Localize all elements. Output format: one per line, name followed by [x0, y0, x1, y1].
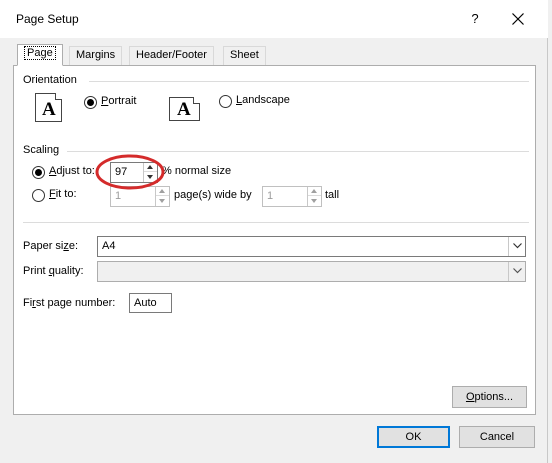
portrait-page-icon: A	[35, 93, 62, 122]
paper-size-dropdown[interactable]	[508, 237, 525, 256]
tab-page[interactable]: Page	[17, 44, 63, 66]
title-bar: Page Setup ?	[0, 0, 548, 38]
portrait-label[interactable]: Portrait	[101, 95, 136, 107]
fit-to-label[interactable]: Fit to:	[49, 188, 77, 200]
first-page-number-input[interactable]: Auto	[129, 293, 172, 313]
fit-wide-spinner[interactable]: 1	[110, 186, 170, 207]
close-icon	[512, 13, 524, 25]
fit-tall-spinner[interactable]: 1	[262, 186, 322, 207]
tall-label: tall	[325, 189, 340, 201]
adjust-percent-value: 97	[115, 166, 128, 178]
paper-size-value: A4	[102, 240, 116, 252]
spin-down-icon[interactable]	[144, 172, 157, 181]
paper-size-label: Paper size:	[23, 240, 79, 252]
tab-margins[interactable]: Margins	[69, 46, 123, 65]
chevron-down-icon	[513, 268, 522, 274]
close-button[interactable]	[505, 6, 531, 32]
tab-margins-label: Margins	[76, 49, 116, 61]
paper-size-select[interactable]: A4	[97, 236, 526, 257]
first-page-number-label: First page number:	[23, 297, 116, 309]
landscape-page-icon: A	[169, 97, 200, 121]
ok-button[interactable]: OK	[377, 426, 450, 448]
fit-wide-value: 1	[115, 190, 122, 202]
spin-up-icon[interactable]	[156, 187, 169, 196]
adjust-percent-spinner[interactable]: 97	[110, 162, 158, 183]
normal-size-label: % normal size	[162, 165, 232, 177]
tab-header-footer-label: Header/Footer	[136, 49, 207, 61]
portrait-radio[interactable]	[84, 96, 97, 109]
adjust-to-label[interactable]: Adjust to:	[49, 165, 95, 177]
scaling-bottom-divider	[23, 222, 529, 223]
print-quality-select[interactable]	[97, 261, 526, 282]
spin-up-icon[interactable]	[144, 163, 157, 172]
dialog-title: Page Setup	[16, 12, 79, 26]
print-quality-dropdown[interactable]	[508, 262, 525, 281]
scaling-group-label: Scaling	[23, 144, 60, 156]
orientation-divider	[89, 81, 529, 82]
options-button[interactable]: Options...	[452, 386, 527, 408]
landscape-radio[interactable]	[219, 95, 232, 108]
pages-wide-label: page(s) wide by	[174, 189, 252, 201]
spin-down-icon[interactable]	[156, 196, 169, 205]
spin-down-icon[interactable]	[308, 196, 321, 205]
cancel-button[interactable]: Cancel	[459, 426, 535, 448]
spin-up-icon[interactable]	[308, 187, 321, 196]
adjust-to-radio[interactable]	[32, 166, 45, 179]
print-quality-label: Print quality:	[23, 265, 84, 277]
tab-sheet[interactable]: Sheet	[223, 46, 266, 65]
orientation-group-label: Orientation	[23, 74, 77, 86]
page-setup-dialog: Page Setup ? Page Margins Header/Footer …	[0, 0, 548, 463]
tab-page-label: Page	[24, 46, 56, 60]
tab-sheet-label: Sheet	[230, 49, 259, 61]
first-page-number-value: Auto	[134, 297, 157, 309]
tab-header-footer[interactable]: Header/Footer	[129, 46, 214, 65]
fit-tall-value: 1	[267, 190, 274, 202]
chevron-down-icon	[513, 243, 522, 249]
page-tab-panel: Orientation A Portrait A Landscape Scali…	[13, 65, 536, 415]
fit-to-radio[interactable]	[32, 189, 45, 202]
scaling-divider	[67, 151, 529, 152]
landscape-label[interactable]: Landscape	[236, 94, 290, 106]
help-button[interactable]: ?	[462, 6, 488, 32]
